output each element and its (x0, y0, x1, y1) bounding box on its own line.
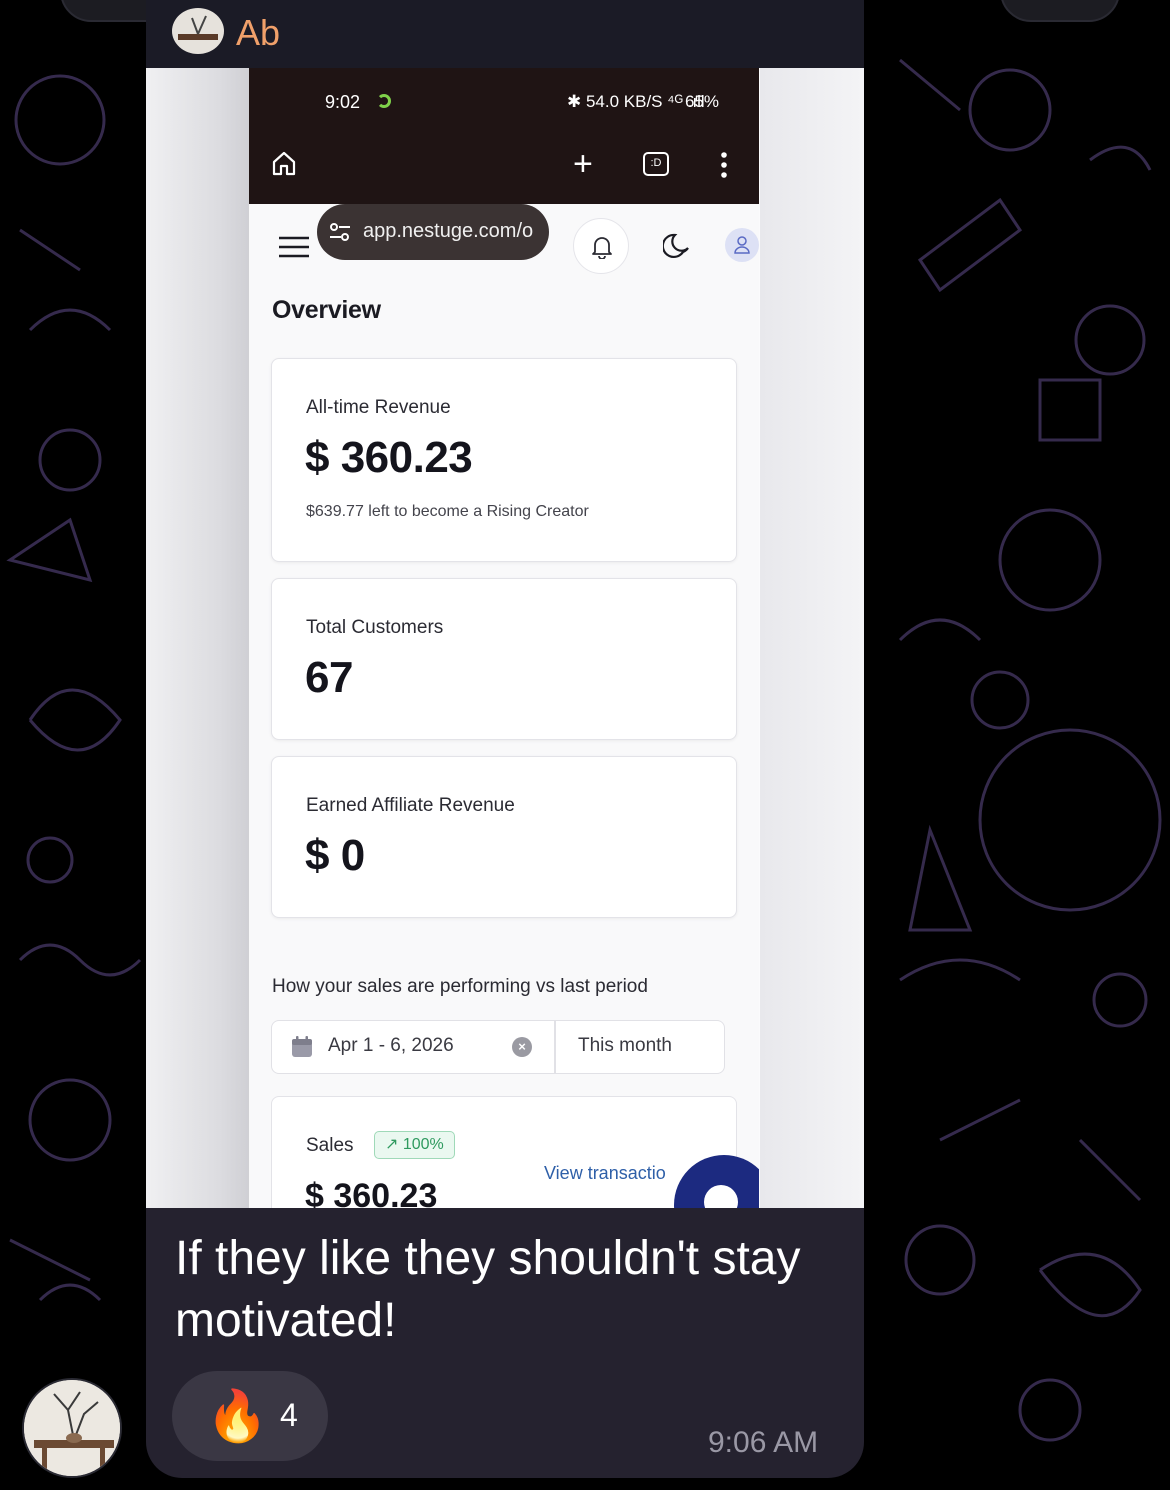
all-time-revenue-card: All-time Revenue $ 360.23 $639.77 left t… (271, 358, 737, 562)
chat-bubble-icon (704, 1185, 738, 1208)
status-bar: 9:02 ✱ 54.0 KB/S ⁴ᴳ .ıll 65% (249, 68, 759, 136)
card-subtext: $639.77 left to become a Rising Creator (306, 503, 589, 520)
user-profile-button[interactable] (725, 228, 759, 262)
app-header (249, 204, 759, 288)
sales-card: Sales ↗ 100% View transactio $ 360.23 (271, 1096, 737, 1208)
message-timestamp: 9:06 AM (708, 1426, 819, 1459)
sender-name[interactable]: Ab (236, 12, 280, 54)
new-tab-icon[interactable]: + (573, 147, 593, 181)
total-customers-card: Total Customers 67 (271, 578, 737, 740)
tabs-icon[interactable]: :D (643, 152, 669, 176)
sales-value: $ 360.23 (305, 1177, 438, 1208)
reaction-chip[interactable]: 🔥 4 (172, 1371, 328, 1461)
blurred-background-left (146, 68, 250, 1208)
card-value: $ 360.23 (305, 433, 473, 482)
sales-label: Sales (306, 1135, 354, 1156)
card-value: 67 (305, 653, 353, 702)
date-range-text[interactable]: Apr 1 - 6, 2026 (328, 1035, 454, 1057)
period-select[interactable]: This month (578, 1035, 672, 1057)
card-label: All-time Revenue (306, 397, 451, 418)
user-icon (734, 236, 750, 254)
message-text: If they like they shouldn't stay motivat… (175, 1232, 801, 1347)
sync-icon (377, 94, 391, 108)
card-value: $ 0 (305, 831, 365, 880)
growth-badge: ↗ 100% (374, 1131, 455, 1159)
message-bubble[interactable]: 9:02 ✱ 54.0 KB/S ⁴ᴳ .ıll 65% app.nestuge… (146, 68, 864, 1478)
reaction-count: 4 (280, 1397, 298, 1433)
page-title: Overview (272, 296, 381, 324)
dark-mode-moon-icon[interactable] (663, 232, 691, 260)
fire-emoji-icon: 🔥 (206, 1388, 269, 1444)
date-range-picker[interactable]: Apr 1 - 6, 2026 × This month (271, 1020, 725, 1074)
top-bar-right-pill[interactable] (1000, 0, 1120, 22)
affiliate-revenue-card: Earned Affiliate Revenue $ 0 (271, 756, 737, 918)
more-options-icon[interactable] (721, 152, 727, 178)
view-transactions-link[interactable]: View transactio (544, 1163, 666, 1184)
clear-date-icon[interactable]: × (512, 1037, 532, 1057)
home-icon[interactable] (271, 150, 297, 176)
blurred-background-right (760, 68, 864, 1208)
browser-toolbar: app.nestuge.com/o + :D (249, 136, 759, 260)
sender-avatar-small[interactable] (172, 8, 224, 54)
divider (554, 1021, 556, 1073)
screenshot-image[interactable]: 9:02 ✱ 54.0 KB/S ⁴ᴳ .ıll 65% app.nestuge… (146, 68, 864, 1208)
notifications-button[interactable] (573, 218, 629, 274)
phone-screen: 9:02 ✱ 54.0 KB/S ⁴ᴳ .ıll 65% app.nestuge… (249, 68, 759, 1208)
calendar-icon (292, 1036, 312, 1057)
hamburger-menu-icon[interactable] (279, 236, 309, 258)
sender-avatar[interactable] (22, 1378, 122, 1478)
card-label: Total Customers (306, 617, 444, 638)
status-time: 9:02 (325, 92, 361, 112)
performance-heading: How your sales are performing vs last pe… (272, 976, 648, 997)
bell-icon (592, 237, 612, 259)
battery-level: 65% (685, 92, 720, 111)
card-label: Earned Affiliate Revenue (306, 795, 515, 816)
